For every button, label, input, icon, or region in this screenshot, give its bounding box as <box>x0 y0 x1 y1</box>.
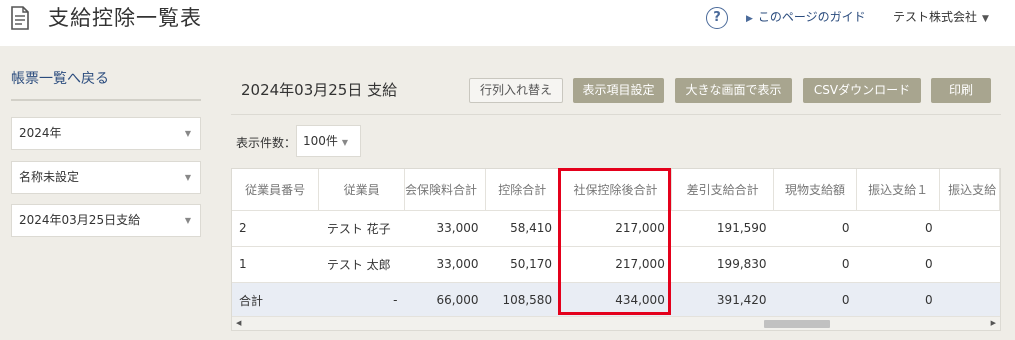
table-cell: 2 <box>232 210 319 247</box>
year-select[interactable]: 2024年 ▼ <box>11 117 201 150</box>
table-cell: - <box>318 282 405 319</box>
company-menu[interactable]: テスト株式会社 ▼ <box>893 8 989 25</box>
table-cell <box>939 210 1000 247</box>
caret-down-icon: ▼ <box>184 173 191 182</box>
triangle-right-icon: ▶ <box>746 14 753 24</box>
table-cell: 0 <box>856 246 940 283</box>
guide-link-label: このページのガイド <box>757 10 866 24</box>
horizontal-scrollbar[interactable]: ◀ ▶ <box>232 316 1000 330</box>
table-cell: テスト 花子 <box>318 210 405 247</box>
table-cell: 191,590 <box>671 210 774 247</box>
name-select-value: 名称未設定 <box>19 170 80 184</box>
table-cell <box>939 246 1000 283</box>
year-select-value: 2024年 <box>19 126 62 140</box>
table-cell: 0 <box>773 282 857 319</box>
divider <box>231 114 1001 115</box>
column-header[interactable]: 控除合計 <box>485 169 560 211</box>
table-cell: 33,000 <box>404 210 486 247</box>
divider <box>11 99 201 101</box>
csv-download-button[interactable]: CSVダウンロード <box>803 78 921 103</box>
table-cell: 0 <box>856 282 940 319</box>
header: 支給控除一覧表 ? ▶ このページのガイド テスト株式会社 ▼ <box>0 0 1015 46</box>
data-table-container: 従業員番号 従業員 会保険料合計 控除合計 社保控除後合計 差引支給合計 現物支… <box>231 168 1001 331</box>
column-header[interactable]: 振込支給 <box>939 169 1000 211</box>
table-cell: 0 <box>773 210 857 247</box>
table-cell: 217,000 <box>559 210 672 247</box>
total-row: 合計 - 66,000 108,580 434,000 391,420 0 0 <box>232 282 1000 319</box>
page-title: 支給控除一覧表 <box>48 6 202 30</box>
display-count-label: 表示件数： <box>236 136 297 150</box>
table-cell: 434,000 <box>559 282 672 319</box>
column-header[interactable]: 差引支給合計 <box>671 169 775 211</box>
display-count-value: 100件 <box>303 134 338 148</box>
report-date-title: 2024年03月25日 支給 <box>241 81 398 99</box>
display-settings-button[interactable]: 表示項目設定 <box>573 78 664 103</box>
table-cell: 0 <box>856 210 940 247</box>
table-cell: 1 <box>232 246 319 283</box>
table-cell <box>939 282 1000 319</box>
column-header[interactable]: 社保控除後合計 <box>559 169 673 211</box>
table-cell: 合計 <box>232 282 319 319</box>
table-cell: 391,420 <box>671 282 774 319</box>
table-cell: 0 <box>773 246 857 283</box>
scroll-right-icon[interactable]: ▶ <box>991 319 996 327</box>
document-icon <box>11 6 29 30</box>
payment-date-select-value: 2024年03月25日支給 <box>19 213 141 227</box>
table-row: 1 テスト 太郎 33,000 50,170 217,000 199,830 0… <box>232 246 1000 283</box>
table-cell: 33,000 <box>404 246 486 283</box>
company-name: テスト株式会社 <box>893 10 978 24</box>
table-cell: テスト 太郎 <box>318 246 405 283</box>
guide-link[interactable]: ▶ このページのガイド <box>746 8 866 25</box>
back-to-list-link[interactable]: 帳票一覧へ戻る <box>11 68 109 88</box>
table-row: 2 テスト 花子 33,000 58,410 217,000 191,590 0… <box>232 210 1000 247</box>
column-header[interactable]: 振込支給１ <box>856 169 941 211</box>
large-screen-button[interactable]: 大きな画面で表示 <box>675 78 792 103</box>
table-cell: 217,000 <box>559 246 672 283</box>
caret-down-icon: ▼ <box>184 216 191 225</box>
table-cell: 108,580 <box>485 282 560 319</box>
table-cell: 50,170 <box>485 246 560 283</box>
caret-down-icon: ▼ <box>982 14 989 24</box>
caret-down-icon: ▼ <box>184 129 191 138</box>
table-cell: 66,000 <box>404 282 486 319</box>
table-header-row: 従業員番号 従業員 会保険料合計 控除合計 社保控除後合計 差引支給合計 現物支… <box>232 169 1000 211</box>
caret-down-icon: ▼ <box>341 138 349 147</box>
name-select[interactable]: 名称未設定 ▼ <box>11 161 201 194</box>
data-table: 従業員番号 従業員 会保険料合計 控除合計 社保控除後合計 差引支給合計 現物支… <box>232 169 1000 319</box>
swap-rows-columns-button[interactable]: 行列入れ替え <box>469 78 563 103</box>
scroll-left-icon[interactable]: ◀ <box>236 319 241 327</box>
column-header[interactable]: 現物支給額 <box>773 169 858 211</box>
display-count-select[interactable]: 100件 ▼ <box>296 125 361 157</box>
column-header[interactable]: 会保険料合計 <box>404 169 487 211</box>
scrollbar-thumb[interactable] <box>764 320 830 328</box>
table-cell: 199,830 <box>671 246 774 283</box>
table-cell: 58,410 <box>485 210 560 247</box>
print-button[interactable]: 印刷 <box>931 78 991 103</box>
column-header[interactable]: 従業員 <box>318 169 406 211</box>
column-header[interactable]: 従業員番号 <box>232 169 320 211</box>
help-icon[interactable]: ? <box>706 7 728 29</box>
payment-date-select[interactable]: 2024年03月25日支給 ▼ <box>11 204 201 237</box>
